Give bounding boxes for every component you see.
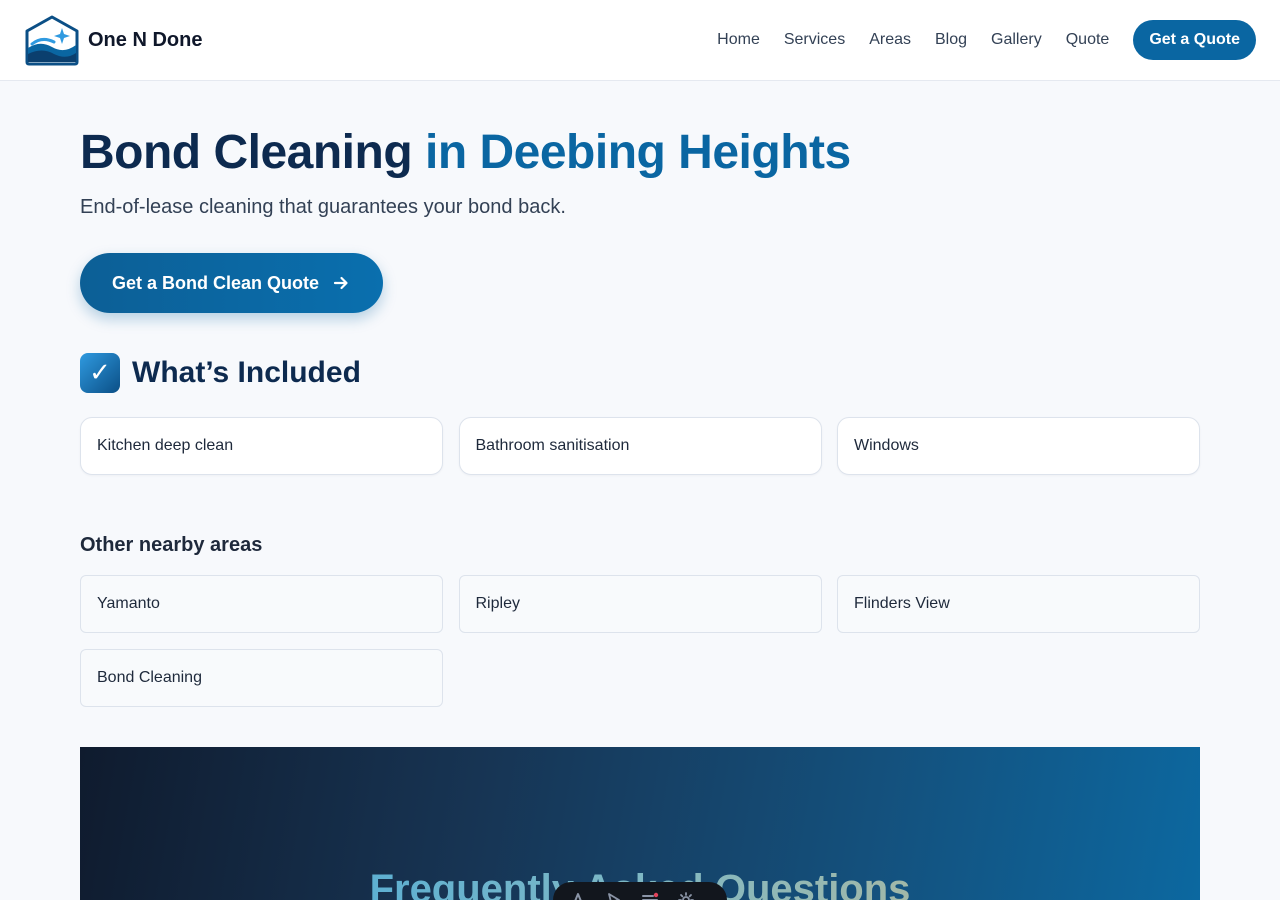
area-link-bond-cleaning[interactable]: Bond Cleaning bbox=[80, 649, 443, 707]
nav-areas[interactable]: Areas bbox=[869, 20, 911, 60]
area-link-flinders-view[interactable]: Flinders View bbox=[837, 575, 1200, 633]
nearby-areas-list-row-2: Bond Cleaning bbox=[80, 649, 1200, 707]
settings-icon[interactable] bbox=[675, 889, 697, 900]
nav-services[interactable]: Services bbox=[784, 20, 845, 60]
nav-home[interactable]: Home bbox=[717, 20, 760, 60]
bond-clean-quote-button[interactable]: Get a Bond Clean Quote bbox=[80, 253, 383, 313]
get-quote-button[interactable]: Get a Quote bbox=[1133, 20, 1256, 60]
floating-toolbar bbox=[553, 882, 727, 900]
site-header: One N Done Home Services Areas Blog Gall… bbox=[0, 0, 1280, 81]
included-title: What’s Included bbox=[132, 356, 361, 389]
faq-section: Frequently Asked Questions bbox=[80, 747, 1200, 900]
nav-blog[interactable]: Blog bbox=[935, 20, 967, 60]
nearby-areas-list: Yamanto Ripley Flinders View bbox=[80, 575, 1200, 633]
pointer-icon[interactable] bbox=[603, 889, 625, 900]
main-nav: Home Services Areas Blog Gallery Quote G… bbox=[717, 20, 1256, 60]
bond-clean-quote-label: Get a Bond Clean Quote bbox=[112, 272, 320, 293]
brand-name: One N Done bbox=[88, 28, 203, 51]
included-item: Windows bbox=[837, 417, 1200, 475]
nearby-areas-title: Other nearby areas bbox=[80, 534, 263, 556]
menu-icon[interactable] bbox=[639, 889, 661, 900]
area-link-yamanto[interactable]: Yamanto bbox=[80, 575, 443, 633]
included-item: Bathroom sanitisation bbox=[458, 417, 822, 475]
house-wave-logo-icon bbox=[25, 15, 79, 66]
nav-gallery[interactable]: Gallery bbox=[991, 20, 1042, 60]
brand-link[interactable]: One N Done bbox=[24, 14, 202, 66]
included-heading: ✓ What’s Included bbox=[80, 353, 361, 393]
nav-quote[interactable]: Quote bbox=[1066, 20, 1110, 60]
page-title-location: in Deebing Heights bbox=[425, 126, 851, 179]
page-title: Bond Cleaning in Deebing Heights bbox=[80, 124, 851, 182]
hero-subtitle: End-of-lease cleaning that guarantees yo… bbox=[80, 196, 566, 218]
text-icon[interactable] bbox=[567, 889, 589, 900]
included-item: Kitchen deep clean bbox=[80, 417, 443, 475]
arrow-right-icon bbox=[333, 276, 348, 290]
page-title-service: Bond Cleaning bbox=[80, 126, 413, 179]
checkmark-icon: ✓ bbox=[80, 353, 120, 393]
area-link-ripley[interactable]: Ripley bbox=[458, 575, 822, 633]
included-list: Kitchen deep clean Bathroom sanitisation… bbox=[80, 417, 1200, 475]
